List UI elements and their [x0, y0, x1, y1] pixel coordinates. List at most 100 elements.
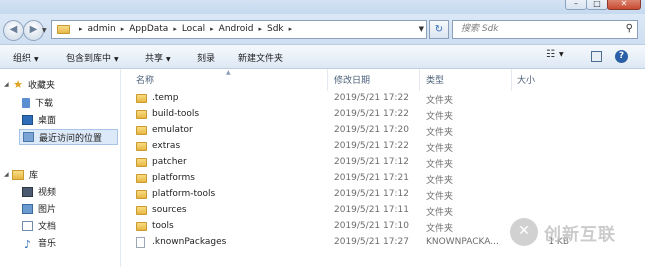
file-name: platform-tools [152, 189, 216, 199]
address-bar[interactable]: ▸ admin ▸ AppData ▸ Local ▸ Android ▸ Sdk ▸ ▼ [51, 20, 427, 39]
file-modified-date: 2019/5/21 17:12 [334, 189, 409, 199]
nav-item-downloads[interactable]: 下载 [22, 96, 53, 109]
chevron-down-icon: ▼ [166, 56, 171, 63]
watermark-text: 创新互联 [544, 224, 616, 245]
nav-item-videos[interactable]: 视频 [22, 185, 56, 198]
address-dropdown-icon[interactable]: ▼ [419, 25, 424, 33]
collapse-icon[interactable]: ◢ [4, 81, 12, 88]
nav-item-music[interactable]: ♪ 音乐 [22, 236, 56, 251]
file-modified-date: 2019/5/21 17:22 [334, 141, 409, 151]
breadcrumb-separator-icon[interactable]: ▸ [289, 25, 293, 33]
breadcrumb-item[interactable]: admin [88, 24, 116, 34]
minimize-button[interactable]: – [565, 0, 587, 10]
file-modified-date: 2019/5/21 17:12 [334, 157, 409, 167]
preview-pane-button[interactable] [591, 51, 602, 62]
breadcrumb-item[interactable]: Local [182, 24, 205, 34]
file-modified-date: 2019/5/21 17:21 [334, 173, 409, 183]
file-type: 文件夹 [426, 112, 454, 122]
include-in-library-menu[interactable]: 包含到库中 ▼ [66, 51, 119, 64]
breadcrumb-separator-icon[interactable]: ▸ [79, 25, 83, 33]
breadcrumb: ▸ admin ▸ AppData ▸ Local ▸ Android ▸ Sdk ▸ [74, 24, 297, 34]
breadcrumb-item[interactable]: Android [219, 24, 254, 34]
breadcrumb-item[interactable]: Sdk [267, 24, 284, 34]
nav-item-recent-places[interactable]: 最近访问的位置 [19, 129, 118, 145]
breadcrumb-item[interactable]: AppData [129, 24, 168, 34]
maximize-button[interactable]: □ [586, 0, 608, 10]
title-bar: – □ ✕ [0, 0, 645, 14]
file-type: 文件夹 [426, 192, 454, 202]
file-name: .temp [152, 93, 179, 103]
caption-buttons: – □ ✕ [565, 0, 641, 10]
folder-icon [136, 142, 147, 151]
address-row: ◀ ▶ ▼ ▸ admin ▸ AppData ▸ Local ▸ Android ▸ Sdk ▸ … [0, 14, 645, 45]
sort-ascending-icon: ▲ [226, 69, 231, 76]
view-options-button[interactable]: ☷ ▼ [546, 49, 564, 60]
file-row[interactable]: sources 2019/5/21 17:11 文件夹 [131, 203, 631, 219]
watermark: ✕ 创新互联 [510, 218, 616, 246]
file-modified-date: 2019/5/21 17:27 [334, 237, 409, 247]
breadcrumb-separator-icon[interactable]: ▸ [121, 25, 125, 33]
file-type: 文件夹 [426, 224, 454, 234]
music-icon: ♪ [23, 237, 32, 251]
file-icon [136, 237, 145, 248]
folder-icon [136, 174, 147, 183]
column-header-name[interactable]: 名称 [136, 73, 154, 86]
file-name: platforms [152, 173, 195, 183]
chevron-down-icon: ▼ [558, 51, 564, 58]
forward-button[interactable]: ▶ [23, 20, 44, 41]
collapse-icon[interactable]: ◢ [4, 171, 12, 178]
search-input[interactable] [459, 23, 613, 35]
file-modified-date: 2019/5/21 17:22 [334, 109, 409, 119]
file-name: .knownPackages [152, 237, 227, 247]
file-type: 文件夹 [426, 128, 454, 138]
desktop-icon [22, 114, 33, 125]
file-modified-date: 2019/5/21 17:20 [334, 125, 409, 135]
documents-icon [22, 220, 33, 231]
search-icon[interactable]: ⚲ [626, 23, 633, 34]
burn-button[interactable]: 刻录 [197, 51, 215, 64]
nav-favorites[interactable]: ◢ ★ 收藏夹 [4, 78, 55, 91]
folder-icon [136, 206, 147, 215]
breadcrumb-separator-icon[interactable]: ▸ [173, 25, 177, 33]
close-button[interactable]: ✕ [607, 0, 641, 10]
nav-item-pictures[interactable]: 图片 [22, 202, 56, 215]
nav-libraries[interactable]: ◢ 库 [4, 168, 38, 181]
column-divider[interactable] [419, 69, 420, 91]
organize-menu[interactable]: 组织 ▼ [13, 51, 39, 64]
column-header-size[interactable]: 大小 [517, 73, 535, 86]
file-name: extras [152, 141, 181, 151]
search-box[interactable]: ⚲ [452, 20, 638, 39]
column-header-date[interactable]: 修改日期 [334, 73, 370, 86]
column-divider[interactable] [327, 69, 328, 91]
folder-icon [136, 190, 147, 199]
column-header-type[interactable]: 类型 [426, 73, 444, 86]
recent-places-icon [23, 132, 34, 142]
file-row[interactable]: emulator 2019/5/21 17:20 文件夹 [131, 123, 631, 139]
recent-pages-dropdown[interactable]: ▼ [42, 27, 47, 34]
breadcrumb-separator-icon[interactable]: ▸ [210, 25, 214, 33]
file-type: KNOWNPACKA... [426, 237, 499, 247]
folder-icon [136, 158, 147, 167]
new-folder-button[interactable]: 新建文件夹 [238, 51, 283, 64]
help-button[interactable]: ? [615, 50, 628, 63]
file-row[interactable]: extras 2019/5/21 17:22 文件夹 [131, 139, 631, 155]
breadcrumb-separator-icon[interactable]: ▸ [258, 25, 262, 33]
file-name: sources [152, 205, 187, 215]
brand-logo-icon: ✕ [510, 218, 538, 246]
back-button[interactable]: ◀ [3, 20, 24, 41]
nav-item-desktop[interactable]: 桌面 [22, 113, 56, 126]
file-type: 文件夹 [426, 208, 454, 218]
file-row[interactable]: .temp 2019/5/21 17:22 文件夹 [131, 91, 631, 107]
star-icon: ★ [13, 78, 23, 91]
navigation-pane: ◢ ★ 收藏夹 下载 桌面 最近访问的位置 ◢ 库 视频 图片 文档 ♪ 音乐 [0, 69, 121, 267]
file-modified-date: 2019/5/21 17:11 [334, 205, 409, 215]
file-row[interactable]: patcher 2019/5/21 17:12 文件夹 [131, 155, 631, 171]
refresh-button[interactable]: ↻ [429, 20, 449, 39]
file-row[interactable]: build-tools 2019/5/21 17:22 文件夹 [131, 107, 631, 123]
folder-icon [136, 110, 147, 119]
file-row[interactable]: platform-tools 2019/5/21 17:12 文件夹 [131, 187, 631, 203]
nav-item-documents[interactable]: 文档 [22, 219, 56, 232]
column-divider[interactable] [511, 69, 512, 91]
file-row[interactable]: platforms 2019/5/21 17:21 文件夹 [131, 171, 631, 187]
share-menu[interactable]: 共享 ▼ [145, 51, 171, 64]
